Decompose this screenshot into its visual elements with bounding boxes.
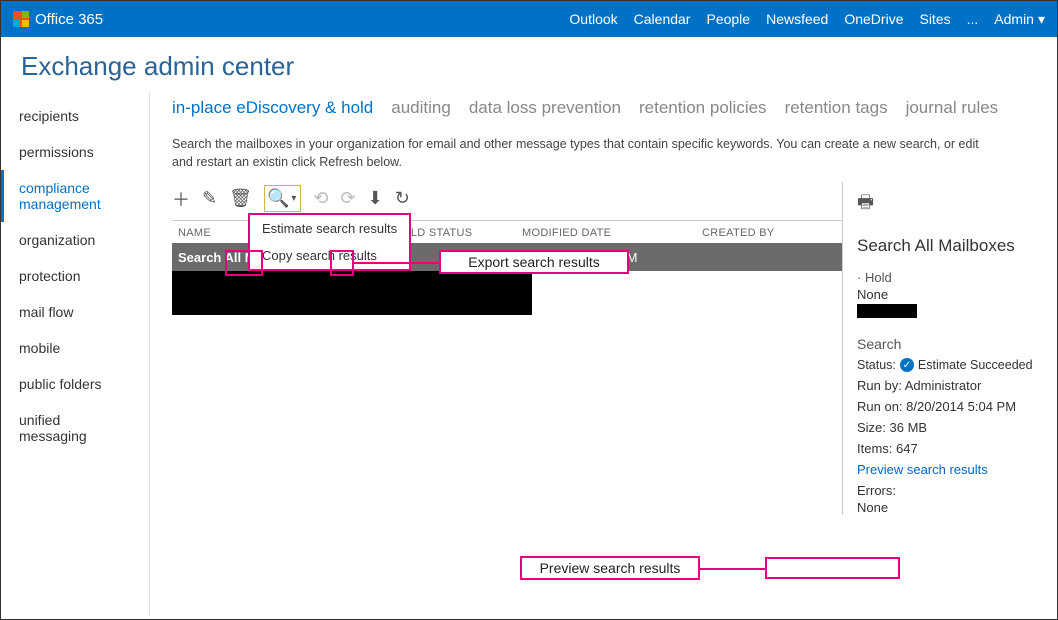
tabs: in-place eDiscovery & hold auditing data… bbox=[172, 92, 1057, 136]
errors-label: Errors: bbox=[857, 483, 1045, 498]
redacted-block bbox=[172, 271, 532, 315]
callout-preview: Preview search results bbox=[520, 556, 700, 580]
delete-button[interactable]: 🗑 bbox=[229, 188, 252, 209]
callout-export: Export search results bbox=[439, 250, 629, 274]
nav-calendar[interactable]: Calendar bbox=[634, 11, 691, 27]
callout-export-line bbox=[354, 262, 439, 264]
nav-admin[interactable]: Admin ▾ bbox=[994, 11, 1045, 28]
runon-value: 8/20/2014 5:04 PM bbox=[906, 399, 1016, 414]
status-value: Estimate Succeeded bbox=[918, 358, 1033, 372]
errors-value: None bbox=[857, 500, 1045, 515]
search-next-button[interactable]: ⟳ bbox=[341, 188, 356, 209]
brand-label: Office 365 bbox=[35, 11, 103, 28]
sidebar-item-um[interactable]: unified messaging bbox=[1, 402, 149, 454]
brand[interactable]: Office 365 bbox=[13, 11, 103, 28]
tab-journal[interactable]: journal rules bbox=[906, 98, 999, 118]
details-panel: 🖶 Search All Mailboxes · Hold None Searc… bbox=[842, 182, 1057, 515]
search-prev-button[interactable]: ⟲ bbox=[313, 188, 328, 209]
magnifier-icon: 🔍 bbox=[267, 188, 289, 209]
check-icon: ✓ bbox=[900, 358, 914, 372]
caret-down-icon: ▾ bbox=[289, 193, 298, 204]
description-text: Search the mailboxes in your organizatio… bbox=[172, 136, 992, 185]
toolbar: ＋ ✎ 🗑 🔍 ▾ ⟲ ⟳ ⬇ ↻ Estimate search result… bbox=[172, 185, 1057, 220]
status-label: Status: bbox=[857, 358, 896, 372]
nav-people[interactable]: People bbox=[706, 11, 750, 27]
nav-outlook[interactable]: Outlook bbox=[569, 11, 617, 27]
edit-button[interactable]: ✎ bbox=[202, 188, 217, 209]
sidebar-item-mobile[interactable]: mobile bbox=[1, 330, 149, 366]
runby-label: Run by: bbox=[857, 378, 902, 393]
o365-top-nav: Office 365 Outlook Calendar People Newsf… bbox=[1, 1, 1057, 37]
top-nav-links: Outlook Calendar People Newsfeed OneDriv… bbox=[569, 11, 1045, 28]
size-value: 36 MB bbox=[890, 420, 928, 435]
sidebar-item-organization[interactable]: organization bbox=[1, 222, 149, 258]
main-content: in-place eDiscovery & hold auditing data… bbox=[150, 92, 1057, 616]
sidebar-item-mailflow[interactable]: mail flow bbox=[1, 294, 149, 330]
sidebar-item-publicfolders[interactable]: public folders bbox=[1, 366, 149, 402]
tab-auditing[interactable]: auditing bbox=[391, 98, 451, 118]
details-title: Search All Mailboxes bbox=[857, 236, 1045, 256]
tab-rettags[interactable]: retention tags bbox=[785, 98, 888, 118]
sidebar-item-recipients[interactable]: recipients bbox=[1, 98, 149, 134]
refresh-button[interactable]: ↻ bbox=[395, 188, 410, 209]
runon-label: Run on: bbox=[857, 399, 903, 414]
add-button[interactable]: ＋ bbox=[172, 186, 190, 212]
office-logo-icon bbox=[13, 11, 29, 27]
preview-link[interactable]: Preview search results bbox=[857, 462, 1045, 477]
col-by[interactable]: CREATED BY bbox=[702, 227, 842, 239]
col-hold[interactable]: OLD STATUS bbox=[402, 227, 522, 239]
hold-value: None bbox=[857, 287, 1045, 302]
nav-more[interactable]: ... bbox=[967, 11, 979, 27]
sidebar-item-compliance[interactable]: compliance management bbox=[1, 170, 149, 222]
sidebar: recipients permissions compliance manage… bbox=[1, 92, 150, 616]
hold-label: · Hold bbox=[857, 270, 1045, 285]
redacted-strip bbox=[857, 304, 917, 318]
tab-retpol[interactable]: retention policies bbox=[639, 98, 767, 118]
col-mod[interactable]: MODIFIED DATE bbox=[522, 227, 702, 239]
highlight-preview-link bbox=[765, 557, 900, 579]
export-button[interactable]: ⬇ bbox=[368, 188, 383, 209]
nav-onedrive[interactable]: OneDrive bbox=[844, 11, 903, 27]
items-label: Items: bbox=[857, 441, 892, 456]
chevron-down-icon: ▾ bbox=[1038, 11, 1045, 28]
page-title: Exchange admin center bbox=[1, 37, 1057, 92]
runby-value: Administrator bbox=[905, 378, 982, 393]
sidebar-item-permissions[interactable]: permissions bbox=[1, 134, 149, 170]
nav-newsfeed[interactable]: Newsfeed bbox=[766, 11, 828, 27]
tab-dlp[interactable]: data loss prevention bbox=[469, 98, 621, 118]
nav-admin-label: Admin bbox=[994, 11, 1034, 27]
tab-ediscovery[interactable]: in-place eDiscovery & hold bbox=[172, 98, 373, 118]
dd-copy[interactable]: Copy search results bbox=[250, 242, 409, 269]
search-dropdown-button[interactable]: 🔍 ▾ bbox=[264, 185, 301, 212]
dd-estimate[interactable]: Estimate search results bbox=[250, 215, 409, 242]
items-value: 647 bbox=[896, 441, 918, 456]
sidebar-item-protection[interactable]: protection bbox=[1, 258, 149, 294]
search-section-label: Search bbox=[857, 328, 1045, 352]
callout-preview-line bbox=[700, 568, 765, 570]
size-label: Size: bbox=[857, 420, 886, 435]
nav-sites[interactable]: Sites bbox=[919, 11, 950, 27]
